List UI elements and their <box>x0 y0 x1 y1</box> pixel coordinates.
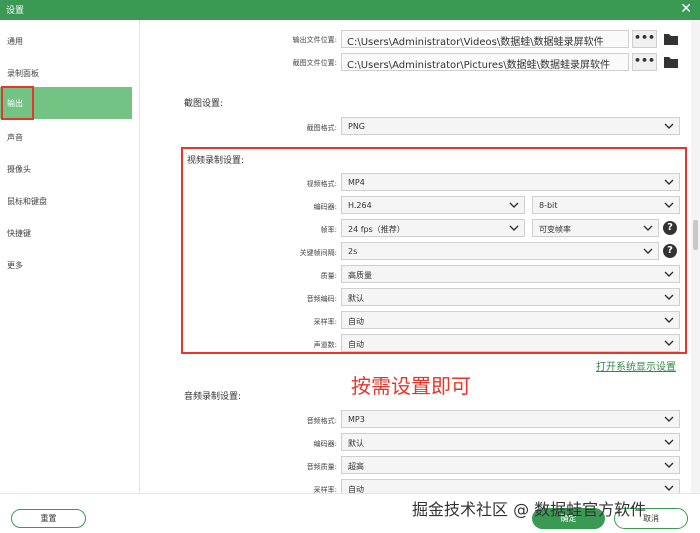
video-location-browse-button[interactable]: ••• <box>632 30 657 48</box>
audio-sample-rate-value: 自动 <box>348 485 364 493</box>
audio-quality-value: 超高 <box>348 462 364 471</box>
audio-sample-rate-select[interactable]: 自动 <box>341 479 680 493</box>
window-title: 设置 <box>6 6 25 16</box>
screenshot-location-browse-button[interactable]: ••• <box>632 53 657 71</box>
sidebar-highlight-box <box>1 86 34 120</box>
screenshot-format-select[interactable]: PNG <box>341 117 680 135</box>
video-location-field[interactable]: C:\Users\Administrator\Videos\数据蛙\数据蛙录屏软… <box>341 30 629 48</box>
open-display-settings-link[interactable]: 打开系统显示设置 <box>596 358 676 373</box>
video-folder-icon[interactable] <box>663 32 679 46</box>
sidebar-item-recording-panel[interactable]: 录制面板 <box>0 57 132 87</box>
chevron-down-icon <box>664 439 674 445</box>
chevron-down-icon <box>664 462 674 468</box>
audio-format-value: MP3 <box>348 415 365 424</box>
audio-format-select[interactable]: MP3 <box>341 410 680 428</box>
screenshot-folder-icon[interactable] <box>663 55 679 69</box>
sidebar-item-general[interactable]: 通用 <box>0 25 132 55</box>
chevron-down-icon <box>664 485 674 491</box>
screenshot-settings-title: 截图设置: <box>184 99 224 109</box>
annotation-text: 按需设置即可 <box>351 374 471 398</box>
title-bar: 设置 ✕ <box>0 0 700 20</box>
sidebar-item-mouse-keyboard[interactable]: 鼠标和键盘 <box>0 185 132 215</box>
audio-quality-label: 音频质量: <box>306 463 337 471</box>
chevron-down-icon <box>664 123 674 129</box>
sidebar-item-more[interactable]: 更多 <box>0 249 132 279</box>
screenshot-location-field[interactable]: C:\Users\Administrator\Pictures\数据蛙\数据蛙录… <box>341 53 629 71</box>
content-scrollbar[interactable] <box>691 20 700 493</box>
sidebar-item-camera[interactable]: 摄像头 <box>0 153 132 183</box>
screenshot-location-label: 截图文件位置: <box>292 59 337 67</box>
audio-format-label: 音频格式: <box>306 417 337 425</box>
audio-encoder-value: 默认 <box>348 439 364 448</box>
video-location-label: 输出文件位置: <box>292 36 337 44</box>
audio-sample-rate-label: 采样率: <box>313 486 337 493</box>
watermark-text: 掘金技术社区 @ 数据蛙官方软件 <box>412 500 647 519</box>
sidebar-item-hotkeys[interactable]: 快捷键 <box>0 217 132 247</box>
close-icon[interactable]: ✕ <box>680 1 692 17</box>
screenshot-format-value: PNG <box>348 122 366 131</box>
chevron-down-icon <box>664 416 674 422</box>
sidebar-item-sound[interactable]: 声音 <box>0 121 132 151</box>
video-settings-highlight-box <box>181 147 687 354</box>
audio-settings-title: 音频录制设置: <box>184 392 242 402</box>
scrollbar-thumb[interactable] <box>693 220 698 250</box>
audio-quality-select[interactable]: 超高 <box>341 456 680 474</box>
audio-encoder-label: 编码器: <box>313 440 337 448</box>
reset-button[interactable]: 重置 <box>11 509 86 528</box>
audio-encoder-select[interactable]: 默认 <box>341 433 680 451</box>
screenshot-format-label: 截图格式: <box>306 124 337 132</box>
